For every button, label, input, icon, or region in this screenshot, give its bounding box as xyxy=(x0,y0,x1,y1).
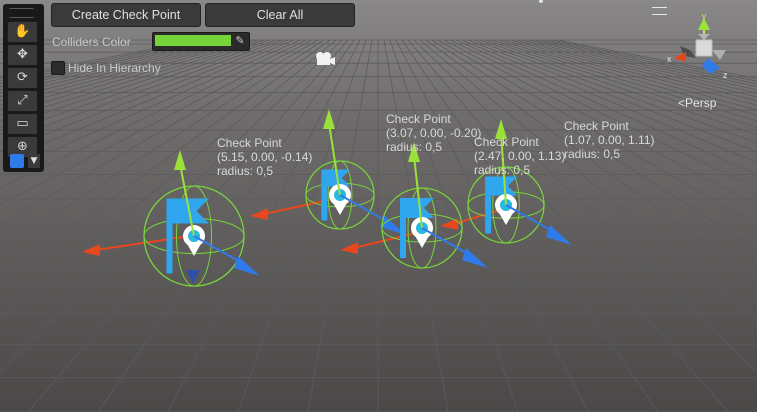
check-point-radius: radius: 0,5 xyxy=(386,140,443,154)
check-point-position: (1.07, 0.00, 1.11) xyxy=(564,133,655,147)
gizmo-z-label: z xyxy=(723,70,728,80)
colliders-color-label: Colliders Color xyxy=(52,35,131,49)
check-point-title: Check Point xyxy=(386,112,451,126)
check-point-title: Check Point xyxy=(474,135,539,149)
move-tool-icon[interactable]: ✥ xyxy=(7,44,38,66)
check-point-title: Check Point xyxy=(564,119,629,133)
check-point-label: Check Point (1.07, 0.00, 1.11) radius: 0… xyxy=(564,119,655,161)
check-point-label: Check Point (3.07, 0.00, -0.20) radius: … xyxy=(386,112,481,154)
check-point-title: Check Point xyxy=(217,136,282,150)
orientation-gizmo[interactable]: y x z xyxy=(660,10,740,90)
toolbar-drag-handle[interactable] xyxy=(9,8,34,18)
gizmo-y-label: y xyxy=(702,11,707,21)
gizmo-x-label: x xyxy=(667,54,672,64)
check-point-position: (2.47, 0.00, 1.13) xyxy=(474,149,566,163)
check-point-radius: radius: 0,5 xyxy=(564,147,621,161)
perspective-toggle[interactable]: <Persp xyxy=(678,96,716,110)
scale-tool-icon[interactable]: ⤢ xyxy=(7,90,38,112)
camera-icon[interactable] xyxy=(314,51,336,67)
colliders-color-field[interactable]: ✎ xyxy=(152,32,250,51)
hand-tool-icon[interactable]: ✋ xyxy=(7,21,38,43)
clear-all-button[interactable]: Clear All xyxy=(205,3,355,27)
custom-tool-dropdown-icon[interactable]: ▼ xyxy=(28,154,40,168)
check-point-position: (5.15, 0.00, -0.14) xyxy=(217,150,313,164)
check-point-radius: radius: 0,5 xyxy=(474,163,531,177)
chevron-left-icon: < xyxy=(678,96,686,110)
hide-in-hierarchy-checkbox[interactable] xyxy=(51,61,65,75)
eyedropper-icon[interactable]: ✎ xyxy=(233,34,247,48)
colliders-color-swatch[interactable] xyxy=(155,35,231,46)
hide-in-hierarchy-label: Hide In Hierarchy xyxy=(68,61,161,75)
custom-tool-icon[interactable] xyxy=(10,154,24,168)
rect-tool-icon[interactable]: ▭ xyxy=(7,113,38,135)
create-check-point-button[interactable]: Create Check Point xyxy=(51,3,201,27)
check-point-label: Check Point (2.47, 0.00, 1.13) radius: 0… xyxy=(474,135,565,177)
check-point-radius: radius: 0,5 xyxy=(217,164,274,178)
check-point-label: Check Point (5.15, 0.00, -0.14) radius: … xyxy=(217,136,312,178)
projection-label: Persp xyxy=(685,96,717,110)
rotate-tool-icon[interactable]: ⟳ xyxy=(7,67,38,89)
scene-tools-panel: ✋ ✥ ⟳ ⤢ ▭ ⊕ ▼ xyxy=(3,4,44,172)
check-point-position: (3.07, 0.00, -0.20) xyxy=(386,126,482,140)
